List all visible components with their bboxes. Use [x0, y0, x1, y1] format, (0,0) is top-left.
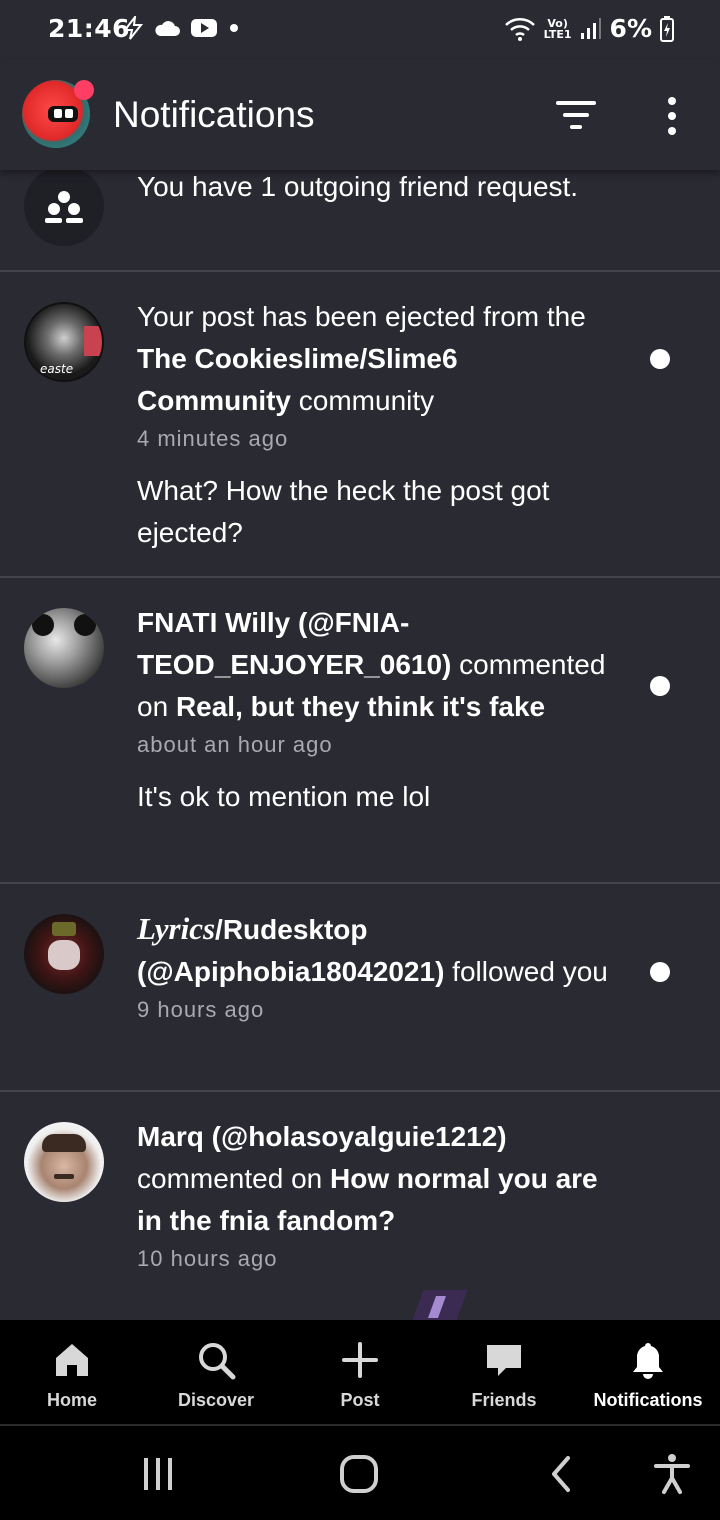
network-label: Vo) LTE1: [544, 18, 572, 40]
user-avatar[interactable]: easte: [24, 302, 104, 382]
status-bar: 21:46 Vo) LTE1 6%: [0, 0, 720, 60]
bell-icon: [633, 1343, 663, 1379]
notification-item-comment[interactable]: Marq (@holasoyalguie1212) commented on H…: [0, 1092, 720, 1320]
logo-eye-left: [54, 109, 62, 118]
notification-comment: It's ok to mention me lol: [137, 781, 431, 812]
battery-percent: 6%: [609, 14, 652, 43]
recent-apps-icon[interactable]: [136, 1452, 180, 1496]
logo-notification-dot: [74, 80, 94, 100]
bottom-navigation: Home Discover Post Friends Notifications: [0, 1320, 720, 1426]
more-dot: [668, 97, 676, 105]
home-icon: [56, 1344, 88, 1376]
flash-icon: [122, 16, 144, 40]
accessibility-icon[interactable]: [650, 1452, 694, 1496]
notification-item-friend-request[interactable]: You have 1 outgoing friend request.: [0, 170, 720, 272]
notification-body: FNATI Willy (@FNIA-TEOD_ENJOYER_0610) co…: [137, 602, 617, 818]
user-avatar[interactable]: [24, 608, 104, 688]
group-icon: [24, 170, 104, 246]
unread-indicator: [650, 349, 670, 369]
cloud-icon: [155, 21, 180, 36]
more-dot: [668, 112, 676, 120]
filter-line: [570, 125, 582, 129]
notification-item-comment[interactable]: FNATI Willy (@FNIA-TEOD_ENJOYER_0610) co…: [0, 578, 720, 884]
user-name[interactable]: FNATI Willy (@FNIA-TEOD_ENJOYER_0610): [137, 607, 451, 680]
user-avatar[interactable]: [24, 914, 104, 994]
avatar-hat: [52, 922, 76, 936]
notification-body: Your post has been ejected from the The …: [137, 296, 617, 554]
loading-pixel-graphic: [410, 1290, 468, 1320]
back-icon[interactable]: [540, 1452, 584, 1496]
nav-label: Post: [340, 1390, 380, 1410]
avatar-face: [48, 940, 80, 970]
unread-indicator: [650, 962, 670, 982]
filter-button[interactable]: [554, 98, 598, 132]
dot-icon: [230, 24, 238, 32]
plus-icon: [342, 1342, 378, 1378]
more-dot: [668, 127, 676, 135]
status-system-icons: Vo) LTE1 6%: [504, 14, 674, 43]
page-title: Notifications: [113, 94, 315, 135]
nav-label: Friends: [471, 1390, 537, 1410]
filter-line: [563, 113, 589, 117]
user-name[interactable]: Marq (@holasoyalguie1212): [137, 1121, 507, 1152]
post-title[interactable]: Real, but they think it's fake: [176, 691, 545, 722]
group-icon-svg: [45, 191, 83, 223]
notification-item-ejected[interactable]: easte Your post has been ejected from th…: [0, 272, 720, 578]
action-text: followed you: [444, 956, 608, 987]
notification-item-follow[interactable]: Lyrics/Rudesktop (@Apiphobia18042021) fo…: [0, 884, 720, 1092]
notification-time: 4 minutes ago: [137, 426, 289, 451]
status-time: 21:46: [48, 14, 131, 43]
notification-text: Lyrics/Rudesktop (@Apiphobia18042021) fo…: [137, 908, 617, 993]
chat-bubble-icon: [487, 1345, 521, 1376]
avatar-ear-left: [32, 614, 54, 636]
user-name[interactable]: Lyrics/Rudesktop (@Apiphobia18042021): [137, 911, 444, 987]
signal-icon: [580, 17, 601, 39]
nav-friends[interactable]: Friends: [432, 1320, 576, 1426]
network-lte-label: LTE1: [543, 27, 572, 41]
battery-charging-icon: [660, 15, 674, 42]
avatar-ear-right: [74, 614, 96, 636]
nav-discover[interactable]: Discover: [144, 1320, 288, 1426]
notification-body: Marq (@holasoyalguie1212) commented on H…: [137, 1116, 617, 1274]
system-navigation-bar: [0, 1426, 720, 1520]
notification-text: FNATI Willy (@FNIA-TEOD_ENJOYER_0610) co…: [137, 602, 617, 728]
nav-label: Home: [46, 1390, 97, 1410]
logo-face: [48, 106, 78, 122]
wifi-icon: [504, 17, 535, 41]
avatar-accent: [84, 326, 102, 356]
notification-time: about an hour ago: [137, 732, 333, 757]
more-options-button[interactable]: [656, 96, 688, 136]
notification-text: Your post has been ejected from the The …: [137, 296, 617, 422]
notification-time: 10 hours ago: [137, 1246, 278, 1271]
home-system-icon[interactable]: [337, 1452, 381, 1496]
unread-indicator: [650, 676, 670, 696]
search-icon: [199, 1343, 236, 1380]
network-volte-label: Vo): [547, 16, 568, 30]
app-logo[interactable]: [22, 80, 94, 148]
notification-text: Marq (@holasoyalguie1212) commented on H…: [137, 1116, 617, 1242]
user-name-italic: Lyrics: [137, 911, 216, 946]
nav-notifications[interactable]: Notifications: [576, 1320, 720, 1426]
text-prefix: Your post has been ejected from the: [137, 301, 586, 332]
notification-comment: What? How the heck the post got ejected?: [137, 475, 550, 548]
status-notification-icons: [122, 16, 240, 40]
nav-label: Discover: [177, 1390, 255, 1410]
avatar-caption: easte: [40, 362, 74, 376]
nav-label: Notifications: [593, 1390, 703, 1410]
user-avatar[interactable]: [24, 1122, 104, 1202]
avatar-mustache: [54, 1174, 74, 1179]
youtube-icon: [191, 19, 217, 37]
avatar-hair: [42, 1134, 86, 1152]
filter-line: [556, 101, 596, 105]
nav-home[interactable]: Home: [0, 1320, 144, 1426]
action-text: commented on: [137, 1163, 330, 1194]
notification-text: You have 1 outgoing friend request.: [137, 171, 579, 202]
app-header: Notifications: [0, 60, 720, 170]
text-suffix: community: [291, 385, 435, 416]
logo-eye-right: [65, 109, 73, 118]
nav-post[interactable]: Post: [288, 1320, 432, 1426]
notification-list[interactable]: You have 1 outgoing friend request. east…: [0, 170, 720, 1320]
notification-body: Lyrics/Rudesktop (@Apiphobia18042021) fo…: [137, 908, 617, 1025]
notification-time: 9 hours ago: [137, 997, 265, 1022]
